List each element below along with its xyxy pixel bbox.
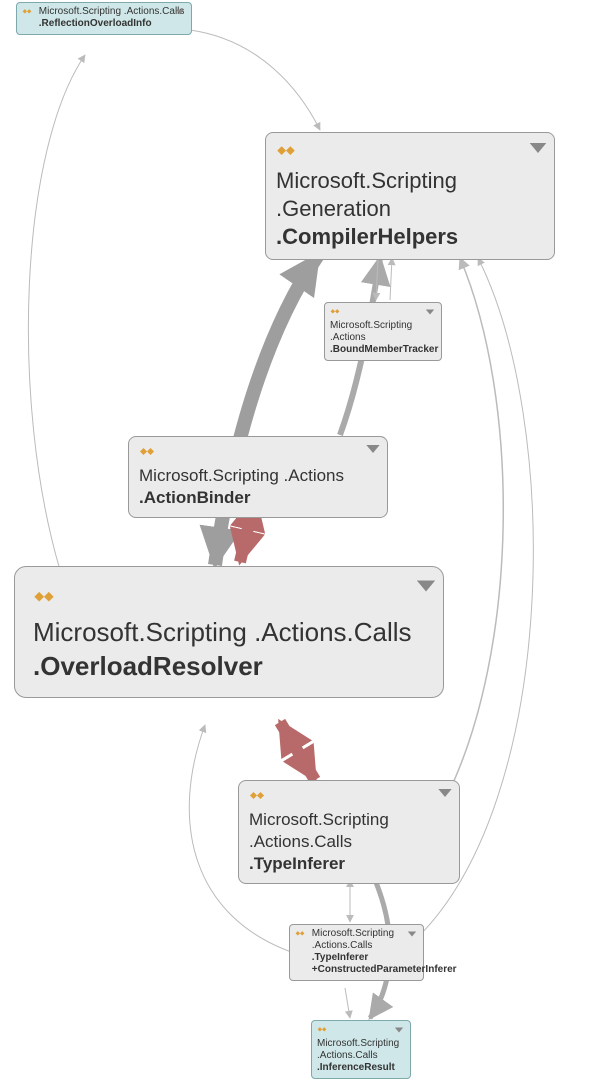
class-icon — [33, 581, 55, 615]
node-action-binder[interactable]: Microsoft.Scripting .Actions .ActionBind… — [128, 436, 388, 518]
chevron-down-icon[interactable] — [175, 7, 185, 21]
node-label: Microsoft.Scripting .Actions .ActionBind… — [139, 465, 377, 509]
chevron-down-icon[interactable] — [407, 929, 417, 943]
chevron-down-icon[interactable] — [425, 307, 435, 321]
node-compiler-helpers[interactable]: Microsoft.Scripting .Generation .Compile… — [265, 132, 555, 260]
node-label: Microsoft.Scripting .Actions.Calls .Refl… — [39, 6, 185, 30]
class-icon — [22, 6, 32, 20]
chevron-down-icon[interactable] — [528, 137, 548, 165]
class-icon — [317, 1024, 327, 1038]
node-bound-member-tracker[interactable]: Microsoft.Scripting .Actions .BoundMembe… — [324, 302, 442, 361]
node-overload-resolver[interactable]: Microsoft.Scripting .Actions.Calls .Over… — [14, 566, 444, 698]
chevron-down-icon[interactable] — [365, 441, 381, 463]
node-label: Microsoft.Scripting .Actions.Calls .Type… — [312, 928, 417, 976]
chevron-down-icon[interactable] — [437, 785, 453, 807]
chevron-down-icon[interactable] — [415, 571, 437, 605]
class-icon — [330, 306, 340, 320]
class-icon — [276, 139, 296, 167]
class-icon — [295, 928, 305, 942]
node-label: Microsoft.Scripting .Actions.Calls .Type… — [249, 809, 449, 875]
node-type-inferer[interactable]: Microsoft.Scripting .Actions.Calls .Type… — [238, 780, 460, 884]
node-label: Microsoft.Scripting .Actions.Calls .Infe… — [317, 1038, 395, 1074]
node-inference-result[interactable]: Microsoft.Scripting .Actions.Calls .Infe… — [311, 1020, 411, 1079]
class-icon — [249, 787, 265, 809]
node-label: Microsoft.Scripting .Actions .BoundMembe… — [330, 320, 438, 356]
node-reflection-overload-info[interactable]: Microsoft.Scripting .Actions.Calls .Refl… — [16, 2, 192, 35]
node-label: Microsoft.Scripting .Generation .Compile… — [276, 167, 544, 251]
node-constructed-parameter-inferer[interactable]: Microsoft.Scripting .Actions.Calls .Type… — [289, 924, 424, 981]
class-icon — [139, 443, 155, 465]
node-label: Microsoft.Scripting .Actions.Calls .Over… — [33, 615, 412, 683]
chevron-down-icon[interactable] — [394, 1025, 404, 1039]
